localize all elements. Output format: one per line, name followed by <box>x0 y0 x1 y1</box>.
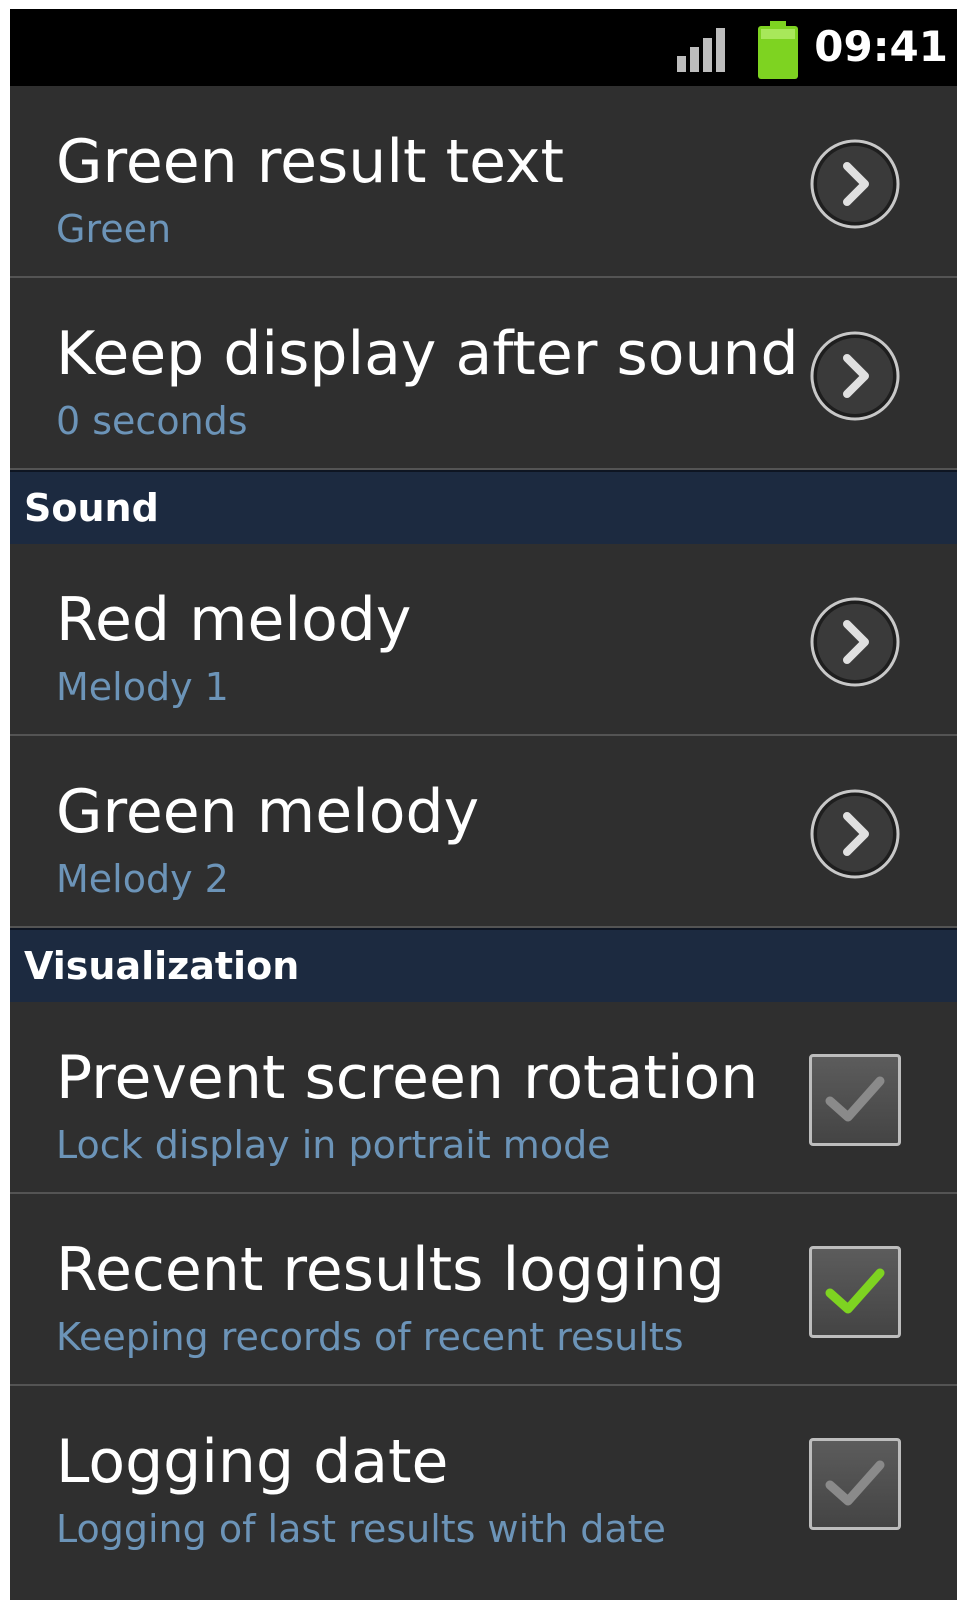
section-header-visualization: Visualization <box>10 928 957 1002</box>
chevron-right-icon[interactable] <box>809 330 901 422</box>
pref-keep-display-after-sound[interactable]: Keep display after sound 0 seconds <box>10 278 957 470</box>
pref-title: Recent results logging <box>56 1235 725 1305</box>
pref-summary: Melody 2 <box>56 857 229 901</box>
pref-summary: Melody 1 <box>56 665 229 709</box>
section-header-label: Visualization <box>24 944 300 988</box>
check-icon <box>825 1076 885 1122</box>
settings-screen: 09:41 Green result text Green Keep displ… <box>10 9 957 1600</box>
pref-summary: Lock display in portrait mode <box>56 1123 611 1167</box>
section-header-sound: Sound <box>10 470 957 544</box>
check-icon <box>825 1268 885 1314</box>
battery-icon <box>758 21 798 79</box>
checkbox-unchecked[interactable] <box>809 1054 901 1146</box>
pref-red-melody[interactable]: Red melody Melody 1 <box>10 544 957 736</box>
checkbox-checked[interactable] <box>809 1246 901 1338</box>
status-time: 09:41 <box>814 22 948 71</box>
status-bar: 09:41 <box>10 9 957 86</box>
chevron-right-icon[interactable] <box>809 138 901 230</box>
pref-title: Green melody <box>56 777 480 847</box>
pref-title: Keep display after sound <box>56 319 799 389</box>
section-header-label: Sound <box>24 486 159 530</box>
check-icon <box>825 1460 885 1506</box>
pref-green-result-text[interactable]: Green result text Green <box>10 86 957 278</box>
chevron-right-icon[interactable] <box>809 596 901 688</box>
pref-summary: Keeping records of recent results <box>56 1315 684 1359</box>
pref-prevent-screen-rotation[interactable]: Prevent screen rotation Lock display in … <box>10 1002 957 1194</box>
preferences-list: Green result text Green Keep display aft… <box>10 86 957 1578</box>
checkbox-unchecked[interactable] <box>809 1438 901 1530</box>
pref-title: Green result text <box>56 127 565 197</box>
pref-logging-date[interactable]: Logging date Logging of last results wit… <box>10 1386 957 1578</box>
pref-recent-results-logging[interactable]: Recent results logging Keeping records o… <box>10 1194 957 1386</box>
pref-summary: 0 seconds <box>56 399 248 443</box>
signal-bars-icon <box>677 28 725 72</box>
pref-green-melody[interactable]: Green melody Melody 2 <box>10 736 957 928</box>
pref-title: Prevent screen rotation <box>56 1043 759 1113</box>
chevron-right-icon[interactable] <box>809 788 901 880</box>
pref-summary: Logging of last results with date <box>56 1507 666 1551</box>
pref-title: Logging date <box>56 1427 449 1497</box>
pref-title: Red melody <box>56 585 412 655</box>
pref-summary: Green <box>56 207 172 251</box>
